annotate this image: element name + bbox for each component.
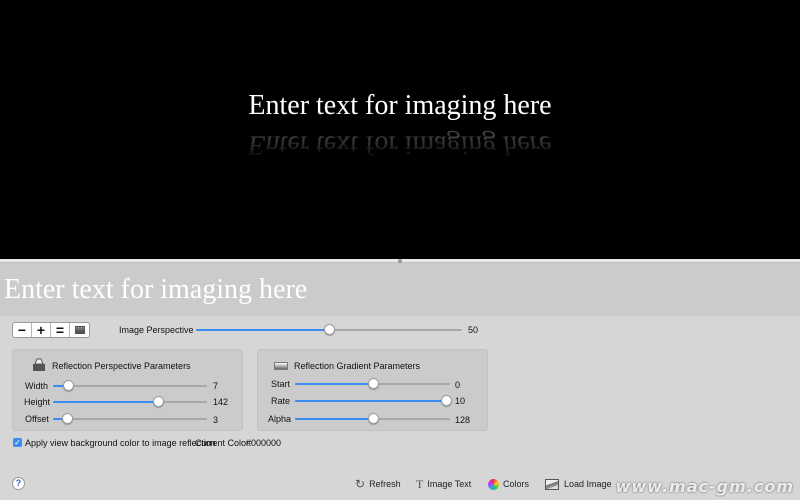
- offset-slider[interactable]: [53, 413, 207, 425]
- preview-canvas: Enter text for imaging here Enter text f…: [0, 0, 800, 259]
- current-color-value: #000000: [246, 438, 282, 448]
- image-perspective-label: Image Perspective: [119, 325, 194, 335]
- preview-reflection: Enter text for imaging here: [245, 129, 555, 160]
- start-slider[interactable]: [295, 378, 450, 390]
- gradient-icon: [274, 362, 288, 370]
- imaging-text-input[interactable]: [0, 263, 800, 316]
- image-icon: [545, 478, 559, 490]
- zoom-actual-button[interactable]: =: [51, 323, 70, 337]
- slider-knob[interactable]: [63, 380, 75, 391]
- refresh-button[interactable]: ↻ Refresh: [355, 477, 401, 491]
- zoom-out-button[interactable]: −: [13, 323, 32, 337]
- rate-value: 10: [455, 396, 466, 406]
- start-label: Start: [271, 379, 291, 389]
- current-color-label: Current Color:: [195, 438, 252, 448]
- preview-text: Enter text for imaging here: [248, 90, 552, 121]
- rate-slider[interactable]: [295, 395, 452, 407]
- slider-knob[interactable]: [441, 395, 452, 406]
- height-slider[interactable]: [53, 396, 207, 408]
- reflection-gradient-title: Reflection Gradient Parameters: [294, 361, 421, 371]
- width-label: Width: [25, 381, 49, 391]
- apply-background-label: Apply view background color to image ref…: [25, 438, 216, 448]
- width-slider[interactable]: [53, 380, 207, 392]
- width-value: 7: [213, 381, 219, 391]
- colors-button[interactable]: Colors: [488, 477, 529, 491]
- zoom-control: − + =: [12, 322, 90, 338]
- alpha-label: Alpha: [268, 414, 292, 424]
- slider-knob[interactable]: [61, 413, 73, 424]
- refresh-icon: ↻: [355, 477, 366, 491]
- rate-label: Rate: [271, 396, 291, 406]
- slider-knob[interactable]: [367, 378, 379, 389]
- load-image-button[interactable]: Load Image: [545, 477, 612, 491]
- zoom-fit-button[interactable]: [70, 323, 89, 337]
- start-value: 0: [455, 380, 461, 390]
- text-icon: T: [416, 477, 424, 491]
- slider-knob[interactable]: [324, 324, 335, 335]
- reflection-perspective-title: Reflection Perspective Parameters: [52, 361, 191, 371]
- image-perspective-value: 50: [468, 325, 479, 335]
- perspective-icon: [33, 358, 45, 371]
- image-text-button[interactable]: T Image Text: [416, 477, 471, 491]
- height-value: 142: [213, 397, 229, 407]
- apply-background-checkbox[interactable]: ✓: [13, 438, 22, 447]
- color-wheel-icon: [488, 478, 499, 490]
- alpha-value: 128: [455, 415, 471, 425]
- colors-label: Colors: [503, 479, 530, 489]
- slider-knob[interactable]: [152, 396, 164, 407]
- slider-knob[interactable]: [367, 413, 379, 424]
- watermark: www.mac-gm.com: [615, 477, 794, 496]
- refresh-label: Refresh: [369, 479, 401, 489]
- image-perspective-slider[interactable]: [196, 324, 462, 336]
- height-label: Height: [24, 397, 51, 407]
- load-image-label: Load Image: [564, 479, 612, 489]
- zoom-in-button[interactable]: +: [32, 323, 51, 337]
- offset-value: 3: [213, 415, 219, 425]
- fit-image-icon: [74, 326, 85, 334]
- alpha-slider[interactable]: [295, 413, 450, 425]
- offset-label: Offset: [25, 414, 49, 424]
- help-button[interactable]: ?: [12, 477, 25, 490]
- image-text-label: Image Text: [427, 479, 472, 489]
